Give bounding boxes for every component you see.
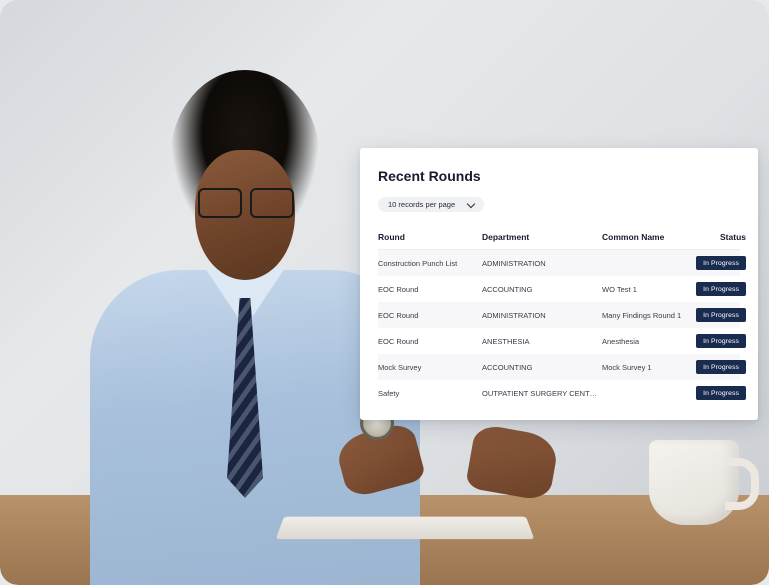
cell-department: ANESTHESIA [482, 337, 602, 346]
status-badge[interactable]: In Progress [696, 386, 746, 400]
cell-department: ACCOUNTING [482, 363, 602, 372]
panel-title: Recent Rounds [378, 168, 740, 184]
table-row[interactable]: EOC RoundANESTHESIAAnesthesiaIn Progress [378, 328, 740, 354]
status-badge[interactable]: In Progress [696, 360, 746, 374]
col-department[interactable]: Department [482, 232, 602, 242]
cell-common-name: Many Findings Round 1 [602, 311, 694, 320]
cell-round: EOC Round [378, 311, 482, 320]
cell-round: EOC Round [378, 337, 482, 346]
recent-rounds-panel: Recent Rounds 10 records per page Round … [360, 148, 758, 420]
page-size-label: 10 records per page [388, 200, 455, 209]
page-size-selector[interactable]: 10 records per page [378, 197, 484, 212]
cell-status: In Progress [694, 282, 746, 296]
table-body: Construction Punch ListADMINISTRATIONIn … [378, 250, 740, 406]
cell-common-name: Mock Survey 1 [602, 363, 694, 372]
col-round[interactable]: Round [378, 232, 482, 242]
col-common-name[interactable]: Common Name [602, 232, 694, 242]
person-illustration [50, 40, 390, 560]
chevron-down-icon [467, 201, 474, 208]
status-badge[interactable]: In Progress [696, 282, 746, 296]
rounds-table: Round Department Common Name Status Cons… [378, 226, 740, 406]
table-row[interactable]: EOC RoundACCOUNTINGWO Test 1In Progress [378, 276, 740, 302]
cell-status: In Progress [694, 386, 746, 400]
cell-common-name: WO Test 1 [602, 285, 694, 294]
table-header: Round Department Common Name Status [378, 226, 740, 250]
status-badge[interactable]: In Progress [696, 334, 746, 348]
cell-status: In Progress [694, 334, 746, 348]
table-row[interactable]: EOC RoundADMINISTRATIONMany Findings Rou… [378, 302, 740, 328]
cell-round: EOC Round [378, 285, 482, 294]
cell-round: Mock Survey [378, 363, 482, 372]
status-badge[interactable]: In Progress [696, 256, 746, 270]
cell-round: Safety [378, 389, 482, 398]
cell-department: ADMINISTRATION [482, 311, 602, 320]
col-status[interactable]: Status [694, 232, 746, 242]
status-badge[interactable]: In Progress [696, 308, 746, 322]
cell-round: Construction Punch List [378, 259, 482, 268]
cell-common-name: Anesthesia [602, 337, 694, 346]
cell-department: ADMINISTRATION [482, 259, 602, 268]
cell-status: In Progress [694, 308, 746, 322]
table-row[interactable]: Mock SurveyACCOUNTINGMock Survey 1In Pro… [378, 354, 740, 380]
cell-department: OUTPATIENT SURGERY CENTER [482, 389, 602, 398]
cell-status: In Progress [694, 256, 746, 270]
table-row[interactable]: Construction Punch ListADMINISTRATIONIn … [378, 250, 740, 276]
keyboard [276, 517, 535, 540]
table-row[interactable]: SafetyOUTPATIENT SURGERY CENTERIn Progre… [378, 380, 740, 406]
cell-status: In Progress [694, 360, 746, 374]
cell-department: ACCOUNTING [482, 285, 602, 294]
coffee-mug [649, 440, 739, 525]
